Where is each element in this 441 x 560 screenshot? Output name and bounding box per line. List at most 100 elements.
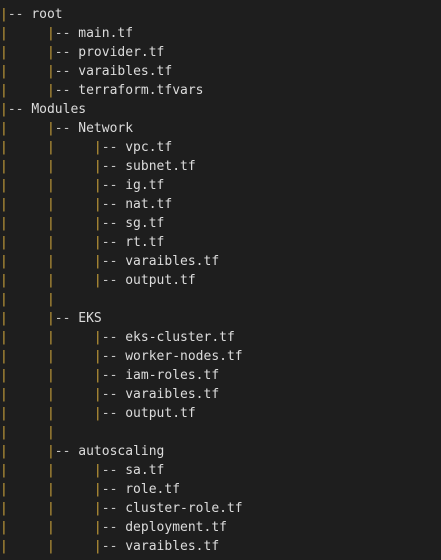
tree-line: | | | -- role.tf (0, 480, 441, 499)
tree-file-name: output.tf (125, 273, 196, 288)
tree-folder-name: EKS (78, 311, 102, 326)
tree-guide: | | (0, 64, 55, 79)
tree-guide: | | | (0, 539, 102, 554)
tree-guide: | | | (0, 368, 102, 383)
tree-file-name: deployment.tf (125, 520, 227, 535)
tree-file-name: output.tf (125, 406, 196, 421)
tree-line: | | | -- vpc.tf (0, 138, 441, 157)
tree-branch: -- (101, 539, 126, 554)
tree-line: | | -- EKS (0, 309, 441, 328)
tree-line: | | | -- output.tf (0, 404, 441, 423)
tree-guide: | | | (0, 159, 102, 174)
tree-branch: -- (54, 45, 79, 60)
tree-guide: | | | (0, 330, 102, 345)
tree-line: | | | -- varaibles.tf (0, 252, 441, 271)
tree-guide: | (0, 102, 8, 117)
tree-line: | | | -- sg.tf (0, 214, 441, 233)
tree-guide: | | | (0, 520, 102, 535)
tree-line: | | -- varaibles.tf (0, 62, 441, 81)
tree-guide: | | (0, 311, 55, 326)
tree-folder-name: Network (78, 121, 134, 136)
tree-file-name: sa.tf (125, 463, 165, 478)
tree-line: | -- root (0, 5, 441, 24)
tree-branch: -- (101, 482, 126, 497)
tree-guide: | | | (0, 482, 102, 497)
tree-branch: -- (101, 387, 126, 402)
tree-branch: -- (54, 311, 79, 326)
tree-branch: -- (101, 159, 126, 174)
tree-guide: | | (0, 444, 55, 459)
tree-guide: | | | (0, 216, 102, 231)
tree-guide: | | | (0, 463, 102, 478)
tree-guide: | | | (0, 254, 102, 269)
tree-line: | | | -- deployment.tf (0, 518, 441, 537)
tree-line: | | | -- varaibles.tf (0, 385, 441, 404)
tree-file-name: role.tf (125, 482, 181, 497)
tree-file-name: varaibles.tf (125, 387, 220, 402)
tree-guide: | (0, 7, 8, 22)
tree-guide: | | (0, 121, 55, 136)
tree-file-name: provider.tf (78, 45, 165, 60)
tree-line: | | -- Network (0, 119, 441, 138)
tree-line: | | | -- sa.tf (0, 461, 441, 480)
tree-file-name: varaibles.tf (125, 539, 220, 554)
tree-file-name: varaibles.tf (125, 254, 220, 269)
tree-file-name: ig.tf (125, 178, 165, 193)
tree-file-name: vpc.tf (125, 140, 173, 155)
tree-branch: -- (7, 7, 32, 22)
tree-line: | | | -- cluster-role.tf (0, 499, 441, 518)
tree-branch: -- (101, 140, 126, 155)
tree-file-name: subnet.tf (125, 159, 196, 174)
tree-line: | -- Modules (0, 100, 441, 119)
tree-file-name: iam-roles.tf (125, 368, 220, 383)
tree-line: | | | -- output.tf (0, 271, 441, 290)
tree-folder-name: autoscaling (78, 444, 165, 459)
tree-branch: -- (101, 520, 126, 535)
tree-line: | | -- terraform.tfvars (0, 81, 441, 100)
tree-file-name: worker-nodes.tf (125, 349, 243, 364)
tree-branch: -- (101, 235, 126, 250)
tree-branch: -- (54, 83, 79, 98)
tree-file-name: varaibles.tf (78, 64, 173, 79)
tree-line: | | | -- eks-cluster.tf (0, 328, 441, 347)
tree-guide: | | | (0, 387, 102, 402)
tree-branch: -- (101, 349, 126, 364)
tree-line: | | | -- subnet.tf (0, 157, 441, 176)
tree-guide: | | (0, 425, 55, 440)
tree-line: | | | -- worker-nodes.tf (0, 347, 441, 366)
tree-line: | | | -- varaibles.tf (0, 537, 441, 556)
tree-file-name: rt.tf (125, 235, 165, 250)
tree-file-name: eks-cluster.tf (125, 330, 235, 345)
tree-guide: | | | (0, 178, 102, 193)
tree-branch: -- (101, 216, 126, 231)
tree-line: | | -- main.tf (0, 24, 441, 43)
tree-line: | | -- autoscaling (0, 442, 441, 461)
code-editor: | -- root | | -- main.tf | | -- provider.tf… (0, 0, 441, 560)
tree-folder-name: root (31, 7, 63, 22)
tree-branch: -- (101, 273, 126, 288)
tree-file-name: sg.tf (125, 216, 165, 231)
tree-line: | | | -- ig.tf (0, 176, 441, 195)
tree-guide: | | (0, 26, 55, 41)
tree-file-name: terraform.tfvars (78, 83, 204, 98)
tree-line: | | -- provider.tf (0, 43, 441, 62)
tree-branch: -- (101, 463, 126, 478)
tree-file-name: main.tf (78, 26, 134, 41)
tree-guide: | | | (0, 140, 102, 155)
tree-branch: -- (54, 64, 79, 79)
tree-file-name: cluster-role.tf (125, 501, 243, 516)
tree-branch: -- (101, 501, 126, 516)
tree-branch: -- (54, 444, 79, 459)
tree-branch: -- (7, 102, 32, 117)
tree-folder-name: Modules (31, 102, 87, 117)
tree-guide: | | | (0, 235, 102, 250)
tree-branch: -- (101, 406, 126, 421)
tree-line: | | (0, 290, 441, 309)
tree-guide: | | | (0, 273, 102, 288)
tree-guide: | | | (0, 501, 102, 516)
tree-file-name: nat.tf (125, 197, 173, 212)
tree-branch: -- (54, 121, 79, 136)
tree-branch: -- (101, 368, 126, 383)
tree-guide: | | | (0, 197, 102, 212)
tree-line: | | (0, 423, 441, 442)
